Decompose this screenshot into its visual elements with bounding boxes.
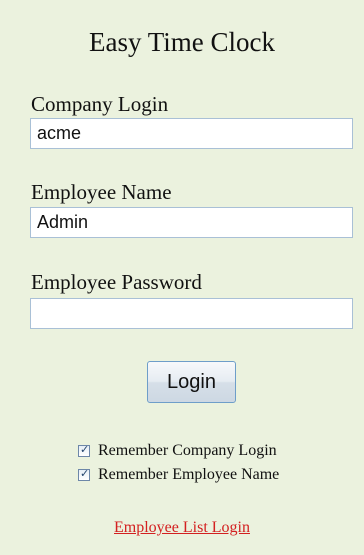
employee-password-label: Employee Password <box>31 270 202 294</box>
page-title: Easy Time Clock <box>88 27 276 57</box>
checkmark-icon: ✓ <box>80 467 90 480</box>
remember-company-checkbox[interactable]: ✓ <box>78 443 90 457</box>
remember-company-row[interactable]: ✓ Remember Company Login <box>78 441 277 461</box>
remember-company-label: Remember Company Login <box>98 442 277 459</box>
employee-name-label: Employee Name <box>31 180 172 204</box>
employee-name-input[interactable] <box>30 207 353 238</box>
employee-password-input[interactable] <box>30 298 353 329</box>
login-button[interactable]: Login <box>147 361 236 403</box>
remember-employee-checkbox[interactable]: ✓ <box>78 467 90 481</box>
login-page: Easy Time Clock Company Login Employee N… <box>0 0 364 555</box>
checkmark-icon: ✓ <box>80 443 90 456</box>
company-login-input[interactable] <box>30 118 353 149</box>
employee-list-login-link[interactable]: Employee List Login <box>114 519 250 536</box>
remember-employee-row[interactable]: ✓ Remember Employee Name <box>78 465 279 485</box>
employee-list-login-row: Employee List Login <box>0 518 364 538</box>
company-login-label: Company Login <box>31 92 169 116</box>
remember-employee-label: Remember Employee Name <box>98 466 280 483</box>
